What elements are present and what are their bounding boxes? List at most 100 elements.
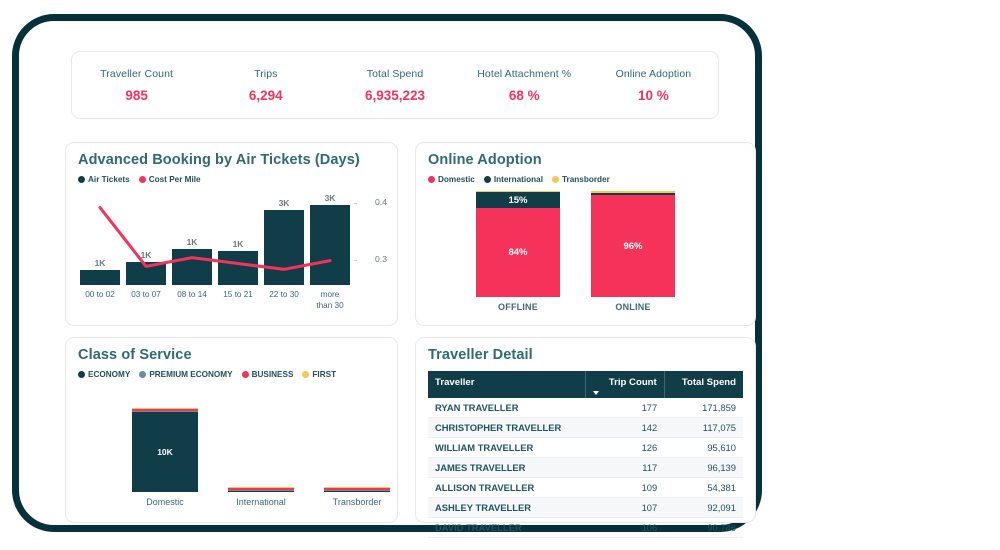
online-adoption-legend-entry: International: [483, 175, 543, 184]
legend-label: International: [493, 175, 543, 184]
cell-trip_count: 117: [585, 457, 665, 478]
class-of-service-bar-domestic[interactable]: 10K Domestic: [132, 408, 198, 507]
legend-label: PREMIUM ECONOMY: [149, 370, 233, 379]
legend-swatch-icon: [428, 176, 435, 183]
table-column-header-0[interactable]: Traveller: [428, 371, 586, 398]
class-of-service-legend-entry: PREMIUM ECONOMY: [139, 370, 233, 379]
legend-label: ECONOMY: [88, 370, 131, 379]
online-adoption-legend: Domestic International Transborder: [428, 175, 755, 184]
advanced-booking-y-tick-mark: [354, 202, 357, 204]
cell-trip_count: 107: [585, 497, 665, 518]
class-of-service-bar-transborder[interactable]: Transborder: [324, 487, 390, 507]
cell-trip_count: 126: [585, 437, 665, 458]
table-row[interactable]: JAMES TRAVELLER 117 96,139: [428, 457, 743, 478]
legend-label: BUSINESS: [251, 370, 294, 379]
online-adoption-segment-label: 84%: [508, 246, 528, 258]
kpi-2: Total Spend 6,935,223: [330, 52, 459, 118]
class-of-service-segment: [228, 490, 294, 492]
legend-swatch-icon: [241, 371, 249, 378]
table-row[interactable]: WILLIAM TRAVELLER 126 95,610: [428, 437, 743, 458]
cost-per-mile-line: [98, 206, 332, 271]
kpi-label: Traveller Count: [100, 67, 174, 80]
class-of-service-bar-international[interactable]: International: [228, 487, 294, 507]
table-header-row: Traveller Trip Count Total Spend: [428, 371, 743, 398]
class-of-service-legend-entry: ECONOMY: [78, 370, 130, 379]
legend-swatch-icon: [78, 176, 85, 183]
traveller-detail-title: Traveller Detail: [428, 347, 533, 363]
legend-swatch-icon: [139, 371, 147, 378]
kpi-label: Hotel Attachment %: [477, 67, 572, 80]
legend-swatch-icon: [552, 176, 559, 183]
dashboard-frame: Traveller Count 985 Trips 6,294 Total Spend 6…: [12, 14, 762, 538]
cell-total_spend: 92,091: [664, 497, 743, 518]
table-row[interactable]: DAVID TRAVELLER 106 90,746: [428, 517, 743, 538]
class-of-service-segment-label: 10K: [157, 447, 173, 457]
legend-label: FIRST: [312, 370, 337, 379]
legend-swatch-icon: [302, 371, 310, 378]
traveller-detail-table: Traveller Trip Count Total Spend RYAN TRAV…: [428, 371, 743, 538]
cell-total_spend: 96,139: [664, 457, 743, 478]
online-adoption-legend-entry: Domestic: [428, 175, 475, 184]
advanced-booking-y-tick-label: 0.4: [375, 196, 387, 207]
legend-swatch-icon: [138, 176, 146, 183]
traveller-detail-card: Traveller Detail Traveller Trip Count Tota…: [415, 337, 756, 538]
cell-trip_count: 177: [585, 398, 665, 418]
class-of-service-x-label: International: [236, 497, 286, 507]
legend-label: Domestic: [438, 175, 475, 184]
kpi-value: 68 %: [508, 87, 540, 103]
table-column-header-2[interactable]: Total Spend: [664, 371, 743, 398]
table-column-header-1[interactable]: Trip Count: [585, 371, 665, 398]
class-of-service-segment: 10K: [132, 412, 198, 492]
class-of-service-plot: 10K Domestic International Transborder: [80, 388, 390, 516]
online-adoption-bar-offline[interactable]: 15% 84% OFFLINE: [476, 191, 560, 312]
kpi-summary-card: Traveller Count 985 Trips 6,294 Total Spend 6…: [71, 51, 719, 119]
cell-total_spend: 117,075: [664, 417, 743, 438]
advanced-booking-legend-entry: Air Tickets: [78, 175, 130, 184]
cell-trip_count: 106: [585, 517, 665, 538]
online-adoption-card: Online Adoption Domestic International Tra…: [415, 142, 756, 326]
kpi-value: 6,935,223: [364, 87, 426, 103]
cell-trip_count: 109: [585, 477, 665, 498]
class-of-service-title: Class of Service: [78, 347, 192, 363]
cell-traveller: RYAN TRAVELLER: [428, 398, 586, 418]
table-row[interactable]: ALLISON TRAVELLER 109 54,381: [428, 477, 743, 498]
table-row[interactable]: CHRISTOPHER TRAVELLER 142 117,075: [428, 417, 743, 438]
cell-trip_count: 142: [585, 417, 665, 438]
legend-swatch-icon: [78, 371, 85, 378]
kpi-label: Total Spend: [366, 67, 424, 80]
kpi-value: 6,294: [248, 87, 283, 103]
cell-traveller: CHRISTOPHER TRAVELLER: [428, 417, 586, 438]
cell-traveller: ASHLEY TRAVELLER: [428, 497, 586, 518]
kpi-1: Trips 6,294: [201, 52, 330, 118]
advanced-booking-legend: Air Tickets Cost Per Mile: [78, 175, 387, 184]
online-adoption-bar-online[interactable]: 96% ONLINE: [591, 191, 675, 312]
cell-traveller: JAMES TRAVELLER: [428, 457, 586, 478]
advanced-booking-y-tick-mark: [354, 260, 357, 262]
online-adoption-segment-label: 96%: [623, 240, 643, 252]
legend-swatch-icon: [483, 176, 491, 183]
online-adoption-x-label: OFFLINE: [498, 302, 538, 312]
table-row[interactable]: ASHLEY TRAVELLER 107 92,091: [428, 497, 743, 518]
online-adoption-segment: 84%: [476, 207, 560, 297]
kpi-label: Online Adoption: [615, 67, 692, 80]
cell-traveller: ALLISON TRAVELLER: [428, 477, 586, 498]
kpi-3: Hotel Attachment % 68 %: [460, 52, 589, 118]
kpi-value: 10 %: [638, 87, 669, 103]
kpi-label: Trips: [254, 67, 278, 80]
class-of-service-segment: [324, 490, 390, 492]
online-adoption-segment-label: 15%: [508, 194, 528, 206]
online-adoption-segment: 96%: [591, 195, 675, 297]
table-row[interactable]: RYAN TRAVELLER 177 171,859: [428, 398, 743, 418]
cell-total_spend: 54,381: [664, 477, 743, 498]
kpi-value: 985: [125, 87, 148, 103]
class-of-service-legend: ECONOMY PREMIUM ECONOMY BUSINESS FIRST: [78, 370, 387, 379]
class-of-service-x-label: Transborder: [332, 497, 382, 507]
advanced-booking-legend-entry: Cost Per Mile: [138, 175, 201, 184]
legend-label: Air Tickets: [88, 175, 130, 184]
advanced-booking-plot: 1K 00 to 02 1K 03 to 07 1K 08 to 14 1K 15 to 21…: [78, 191, 387, 319]
advanced-booking-card: Advanced Booking by Air Tickets (Days) A…: [65, 142, 398, 326]
kpi-4: Online Adoption 10 %: [589, 52, 718, 118]
advanced-booking-y-tick-label: 0.3: [375, 254, 387, 265]
sort-descending-icon[interactable]: [593, 391, 599, 395]
online-adoption-legend-entry: Transborder: [552, 175, 610, 184]
